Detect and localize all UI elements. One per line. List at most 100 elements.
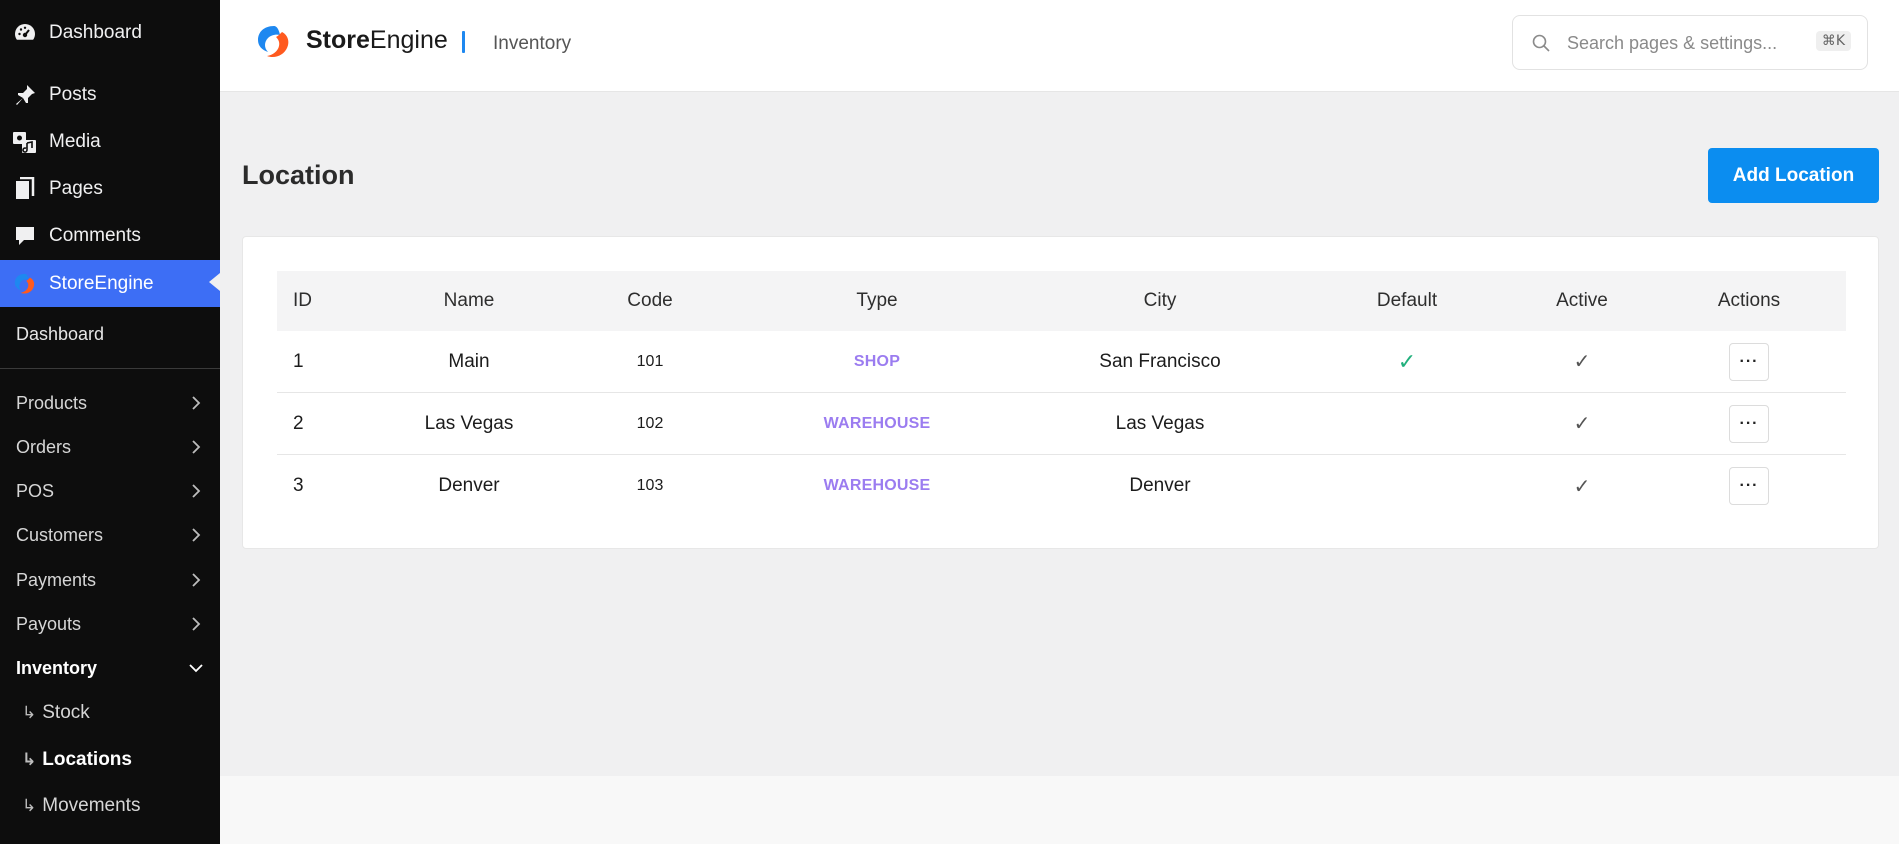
- submenu-child-stock[interactable]: ↳ Stock: [22, 693, 90, 733]
- chevron-right-icon: [188, 572, 204, 588]
- search-input[interactable]: [1567, 30, 1787, 56]
- submenu-label: Products: [16, 392, 88, 413]
- menu-item-label: Pages: [49, 178, 103, 199]
- search-icon: [1531, 33, 1551, 53]
- menu-item-dashboard[interactable]: Dashboard: [0, 11, 220, 55]
- cell-active: ✓: [1522, 455, 1642, 517]
- menu-item-label: StoreEngine: [49, 272, 154, 294]
- type-tag: WAREHOUSE: [823, 477, 931, 494]
- add-location-button[interactable]: Add Location: [1708, 148, 1879, 203]
- table-row: 3 Denver 103 WAREHOUSE Denver ✓ ···: [277, 455, 1846, 517]
- submenu-divider: [0, 368, 220, 369]
- header-type: Type: [856, 290, 898, 311]
- menu-item-pages[interactable]: Pages: [0, 167, 220, 211]
- cell-default: [1347, 393, 1467, 454]
- table-row: 1 Main 101 SHOP San Francisco ✓ ✓ ···: [277, 331, 1846, 393]
- chevron-right-icon: [188, 527, 204, 543]
- submenu-payments[interactable]: Payments: [16, 560, 204, 600]
- submenu-label: Customers: [16, 524, 104, 545]
- cell-id: 3: [293, 475, 304, 496]
- row-actions-button[interactable]: ···: [1729, 342, 1769, 381]
- submenu-customers[interactable]: Customers: [16, 515, 204, 555]
- submenu-label: Orders: [16, 436, 72, 457]
- submenu-label: Payouts: [16, 613, 82, 634]
- child-arrow-icon: ↳: [22, 796, 37, 815]
- brand-strong: Store: [306, 26, 370, 54]
- submenu-label: POS: [16, 480, 55, 501]
- child-arrow-icon: ↳: [22, 703, 37, 722]
- header-name: Name: [443, 290, 495, 311]
- chevron-right-icon: [188, 395, 204, 411]
- type-tag: SHOP: [853, 352, 901, 370]
- submenu-pos[interactable]: POS: [16, 471, 204, 511]
- header-default: Default: [1376, 290, 1438, 311]
- pin-icon: [11, 81, 39, 109]
- storeengine-icon: [11, 270, 39, 298]
- child-label: Locations: [42, 749, 132, 770]
- header-code: Code: [627, 290, 673, 311]
- search-box[interactable]: ⌘K: [1512, 15, 1868, 70]
- cell-name: Main: [448, 350, 490, 372]
- chevron-down-icon: [188, 660, 204, 676]
- chevron-right-icon: [188, 616, 204, 632]
- submenu-child-locations[interactable]: ↳ Locations: [22, 740, 132, 780]
- cell-actions: ···: [1689, 331, 1809, 392]
- row-actions-button[interactable]: ···: [1729, 404, 1769, 443]
- default-check-icon: ✓: [1397, 348, 1417, 374]
- menu-item-comments[interactable]: Comments: [0, 214, 220, 258]
- cell-code: 101: [636, 352, 664, 370]
- cell-active: ✓: [1522, 331, 1642, 392]
- child-label: Stock: [42, 702, 90, 723]
- media-icon: [11, 128, 39, 156]
- menu-item-label: Comments: [49, 225, 141, 246]
- cell-active: ✓: [1522, 393, 1642, 454]
- cell-city: Las Vegas: [1115, 412, 1205, 434]
- active-check-icon: ✓: [1573, 413, 1591, 435]
- child-arrow-icon: ↳: [22, 750, 37, 769]
- submenu-dashboard[interactable]: Dashboard: [16, 324, 104, 345]
- row-actions-button[interactable]: ···: [1729, 467, 1769, 505]
- cell-code: 103: [636, 477, 664, 494]
- menu-item-label: Media: [49, 131, 101, 152]
- comments-icon: [11, 222, 39, 250]
- page-title: Location: [242, 160, 355, 190]
- menu-item-label: Dashboard: [49, 22, 142, 43]
- locations-card: ID Name Code Type City Default Active Ac…: [242, 236, 1879, 549]
- cell-type: WAREHOUSE: [752, 455, 1002, 517]
- submenu-orders[interactable]: Orders: [16, 427, 204, 467]
- cell-type: SHOP: [752, 331, 1002, 392]
- cell-default: ✓: [1347, 331, 1467, 392]
- cell-actions: ···: [1689, 393, 1809, 454]
- type-tag: WAREHOUSE: [823, 414, 931, 432]
- submenu-child-movements[interactable]: ↳ Movements: [22, 786, 140, 826]
- cell-code: 102: [636, 414, 664, 432]
- brand-divider: [462, 31, 465, 53]
- menu-item-posts[interactable]: Posts: [0, 73, 220, 117]
- cell-city: San Francisco: [1099, 350, 1221, 372]
- submenu-inventory[interactable]: Inventory: [16, 648, 204, 688]
- locations-table: ID Name Code Type City Default Active Ac…: [277, 271, 1846, 517]
- dashboard-icon: [11, 19, 39, 47]
- breadcrumb: Inventory: [493, 33, 572, 54]
- pages-icon: [11, 175, 39, 203]
- storeengine-logo-icon[interactable]: [252, 22, 296, 62]
- submenu-payouts[interactable]: Payouts: [16, 604, 204, 644]
- keyboard-shortcut-badge: ⌘K: [1815, 31, 1851, 51]
- active-check-icon: ✓: [1573, 475, 1591, 498]
- cell-name: Denver: [438, 475, 500, 496]
- brand-name: StoreEngine: [306, 26, 448, 55]
- chevron-right-icon: [188, 439, 204, 455]
- active-check-icon: ✓: [1573, 351, 1591, 373]
- table-row: 2 Las Vegas 102 WAREHOUSE Las Vegas ✓ ··…: [277, 393, 1846, 455]
- header-active: Active: [1556, 290, 1608, 311]
- footer-area: [220, 776, 1899, 844]
- menu-item-storeengine[interactable]: StoreEngine: [0, 260, 220, 307]
- submenu-products[interactable]: Products: [16, 383, 204, 423]
- wp-admin-sidebar: Dashboard Posts Media Pages Comments Sto…: [0, 0, 220, 844]
- top-header: StoreEngine Inventory ⌘K: [220, 0, 1899, 92]
- menu-item-media[interactable]: Media: [0, 120, 220, 164]
- header-city: City: [1143, 290, 1177, 311]
- cell-default: [1347, 455, 1467, 517]
- cell-type: WAREHOUSE: [752, 393, 1002, 454]
- cell-id: 2: [293, 412, 304, 434]
